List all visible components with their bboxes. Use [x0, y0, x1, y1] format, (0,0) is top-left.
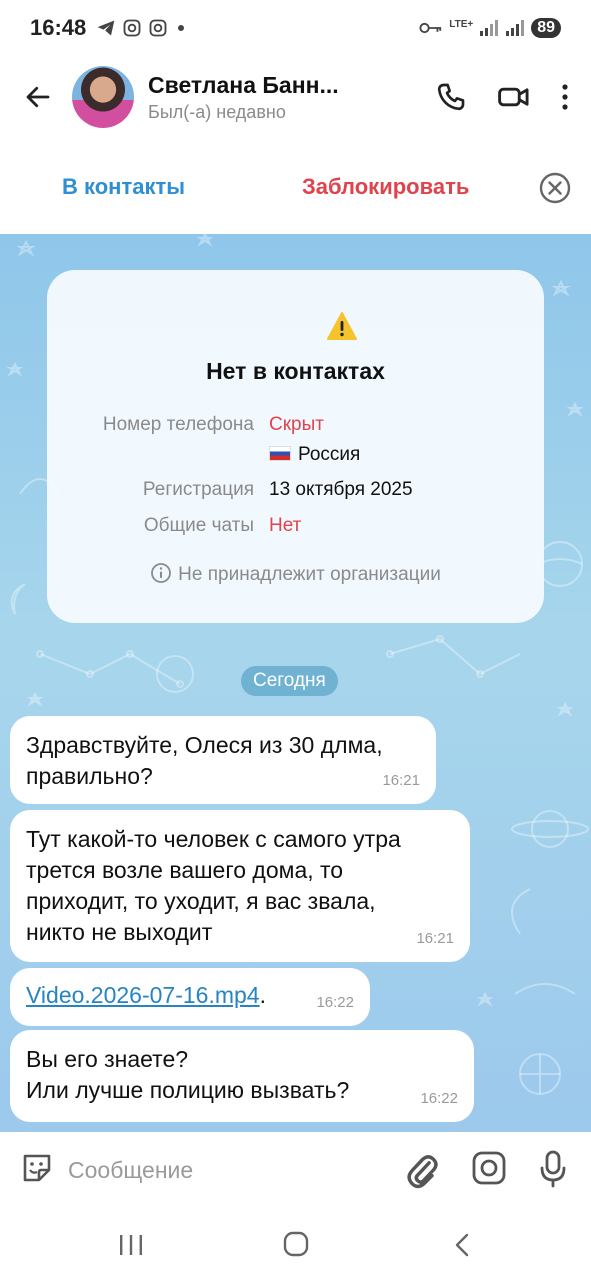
contact-name: Светлана Банн...: [148, 71, 339, 98]
phone-value: Скрыт: [269, 414, 324, 435]
organization-note: Не принадлежит организации: [47, 562, 544, 586]
video-file-link[interactable]: Video.2026-07-16.mp4: [26, 982, 260, 1008]
organization-note-text: Не принадлежит организации: [178, 564, 441, 585]
message-time: 16:21: [382, 772, 420, 789]
phone-icon: [437, 83, 465, 111]
paperclip-icon: [407, 1155, 438, 1189]
key-icon: [419, 22, 442, 34]
message-suffix: .: [259, 982, 266, 1008]
more-vertical-icon: [562, 84, 568, 110]
country-value: Россия: [298, 444, 361, 465]
message-time: 16:21: [416, 930, 454, 947]
message-composer: [0, 1132, 591, 1208]
message-time: 16:22: [420, 1090, 458, 1107]
video-camera-icon: [498, 87, 529, 107]
system-back-button[interactable]: [452, 1232, 472, 1263]
block-button[interactable]: Заблокировать: [302, 174, 469, 200]
not-in-contacts-card: Нет в контактах Номер телефона Скрыт Рос…: [47, 270, 544, 623]
message-bubble[interactable]: Вы его знаете? Или лучше полицию вызвать…: [10, 1030, 474, 1122]
common-chats-label: Общие чаты: [143, 515, 254, 536]
status-bar: 16:48 LTE+ 89: [0, 0, 591, 56]
message-text: Здравствуйте, Олеся из 30 длма, правильн…: [26, 732, 383, 789]
close-action-bar-button[interactable]: [538, 171, 572, 210]
notification-dot: [178, 25, 185, 31]
status-time: 16:48: [30, 15, 87, 40]
network-type: LTE+: [449, 18, 474, 30]
common-chats-value: Нет: [269, 515, 302, 536]
back-chevron-icon: [455, 1233, 469, 1257]
date-separator: Сегодня: [241, 666, 338, 696]
more-menu-button[interactable]: [561, 82, 569, 112]
warning-icon: [327, 312, 357, 340]
phone-label: Номер телефона: [102, 414, 254, 435]
action-bar: В контакты Заблокировать: [0, 140, 591, 234]
info-icon: [151, 563, 172, 583]
message-time: 16:22: [316, 994, 354, 1011]
recent-apps-icon: [120, 1235, 142, 1255]
contact-status: Был(-а) недавно: [148, 101, 286, 122]
sticker-button[interactable]: [19, 1150, 55, 1191]
contact-info[interactable]: Светлана Банн... Был(-а) недавно: [148, 72, 368, 123]
chat-header: Светлана Банн... Был(-а) недавно: [0, 58, 591, 136]
registration-value: 13 октября 2025: [269, 479, 413, 500]
home-icon: [283, 1231, 309, 1257]
chat-area[interactable]: Нет в контактах Номер телефона Скрыт Рос…: [0, 234, 591, 1132]
microphone-icon: [540, 1150, 566, 1188]
battery-indicator: 89: [531, 18, 561, 38]
attach-button[interactable]: [404, 1150, 440, 1195]
sticker-icon: [23, 1154, 51, 1182]
message-text: Вы его знаете? Или лучше полицию вызвать…: [26, 1046, 350, 1103]
recent-apps-button[interactable]: [117, 1233, 145, 1262]
signal-icon: [506, 20, 525, 36]
add-contact-button[interactable]: В контакты: [62, 174, 185, 200]
message-bubble[interactable]: Video.2026-07-16.mp4. 16:22: [10, 968, 370, 1026]
video-call-button[interactable]: [497, 81, 531, 113]
avatar[interactable]: [72, 66, 134, 128]
camera-icon: [472, 1151, 506, 1185]
back-arrow-icon: [26, 86, 50, 108]
home-button[interactable]: [282, 1230, 310, 1263]
message-bubble[interactable]: Здравствуйте, Олеся из 30 длма, правильн…: [10, 716, 436, 804]
russia-flag-icon: [269, 446, 291, 461]
instagram-icon: [123, 19, 141, 37]
camera-button[interactable]: [471, 1150, 507, 1191]
back-button[interactable]: [14, 73, 62, 121]
system-navigation-bar: [0, 1208, 591, 1280]
card-title: Нет в контактах: [206, 358, 385, 384]
message-text: Тут какой-то человек с самого утра третс…: [26, 826, 401, 945]
message-bubble[interactable]: Тут какой-то человек с самого утра третс…: [10, 810, 470, 962]
call-button[interactable]: [435, 81, 467, 113]
telegram-icon: [97, 20, 115, 36]
registration-label: Регистрация: [142, 479, 254, 500]
voice-message-button[interactable]: [537, 1149, 569, 1194]
close-circle-icon: [539, 172, 571, 204]
signal-icon: [480, 20, 499, 36]
message-input[interactable]: [68, 1154, 378, 1186]
country-row: Россия: [269, 444, 360, 466]
instagram-icon: [149, 19, 167, 37]
